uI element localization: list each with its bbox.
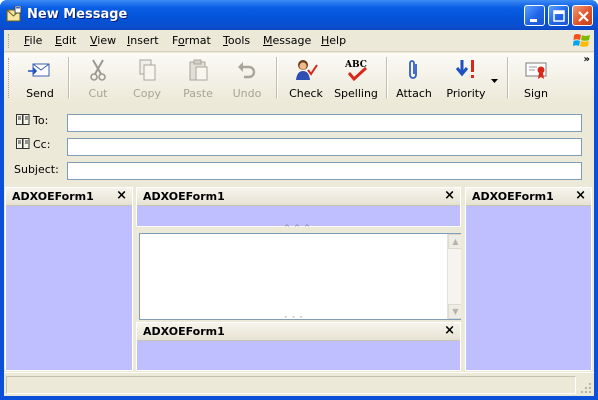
adx-form-left: ADXOEForm1 × [5,187,133,371]
priority-dropdown-button[interactable] [490,55,500,101]
address-book-icon [16,114,30,125]
menu-help[interactable]: Help [321,34,346,47]
pane-title: ADXOEForm1 [143,325,225,338]
toolbar-separator [507,57,509,99]
menu-view[interactable]: View [90,34,116,47]
close-button[interactable] [572,5,593,26]
close-icon[interactable]: × [444,189,455,203]
to-field[interactable] [67,114,582,132]
close-icon[interactable]: × [444,324,455,338]
adx-form-bottom: ADXOEForm1 × [136,322,461,371]
maximize-button[interactable] [548,5,569,26]
spelling-button[interactable]: ABC Spelling [332,55,380,101]
certificate-icon [525,62,547,79]
pane-title: ADXOEForm1 [472,190,554,203]
priority-button[interactable]: Priority [441,55,491,101]
title-bar[interactable]: New Message [0,0,598,30]
sign-button[interactable]: Sign [514,55,558,101]
cc-label-button[interactable]: Cc: [16,138,50,151]
paste-icon [189,59,208,81]
menu-tools[interactable]: Tools [223,34,250,47]
cut-button[interactable]: Cut [76,55,120,101]
toolbar-separator [386,57,388,99]
priority-icon [455,60,474,78]
adx-form-top: ADXOEForm1 × [136,187,461,227]
menu-format[interactable]: Format [172,34,211,47]
message-body-editor[interactable]: ▲ ▼ [139,233,464,320]
subject-label: Subject: [14,163,59,176]
spelling-icon: ABC [344,60,368,82]
menu-file[interactable]: File [24,34,42,47]
send-button[interactable]: Send [18,55,62,101]
cc-field[interactable] [67,138,582,156]
message-window: New Message File Edit View Insert Format… [0,0,598,400]
toolbar-separator [276,57,278,99]
window-title: New Message [27,7,128,22]
status-panel [6,376,576,394]
toolbar: Send Cut Copy Paste Undo Check ABC Spell… [4,53,594,103]
adx-form-right: ADXOEForm1 × [465,187,592,371]
check-names-icon [296,60,318,80]
resize-grip-icon[interactable] [580,382,592,394]
envelope-icon [6,6,22,22]
copy-button[interactable]: Copy [125,55,169,101]
toolbar-overflow-chevron[interactable]: » [584,54,590,65]
minimize-button[interactable] [524,5,545,26]
menu-grip[interactable] [8,34,11,48]
subject-field[interactable] [67,162,582,180]
undo-icon [238,62,256,79]
paste-button[interactable]: Paste [176,55,220,101]
to-label-button[interactable]: To: [16,114,48,127]
toolbar-grip[interactable] [8,58,11,98]
address-header: To: Cc: Subject: [4,104,594,184]
menu-edit[interactable]: Edit [55,34,76,47]
copy-icon [139,59,156,81]
send-icon [28,63,50,77]
close-icon[interactable]: × [575,189,586,203]
scissors-icon [90,59,106,81]
attach-button[interactable]: Attach [392,55,436,101]
client-area: File Edit View Insert Format Tools Messa… [4,30,594,396]
address-book-icon [16,138,30,149]
undo-button[interactable]: Undo [225,55,269,101]
menu-message[interactable]: Message [263,34,311,47]
close-icon [578,11,589,22]
minimize-icon [530,19,537,22]
close-icon[interactable]: × [116,189,127,203]
menu-insert[interactable]: Insert [127,34,159,47]
toolbar-separator [68,57,70,99]
menu-bar: File Edit View Insert Format Tools Messa… [4,30,594,52]
chevron-down-icon [491,79,498,83]
check-names-button[interactable]: Check [284,55,328,101]
paperclip-icon [409,60,417,79]
pane-title: ADXOEForm1 [143,190,225,203]
maximize-icon [553,10,565,22]
status-bar [4,372,594,396]
windows-logo-icon [573,34,590,47]
pane-title: ADXOEForm1 [12,190,94,203]
